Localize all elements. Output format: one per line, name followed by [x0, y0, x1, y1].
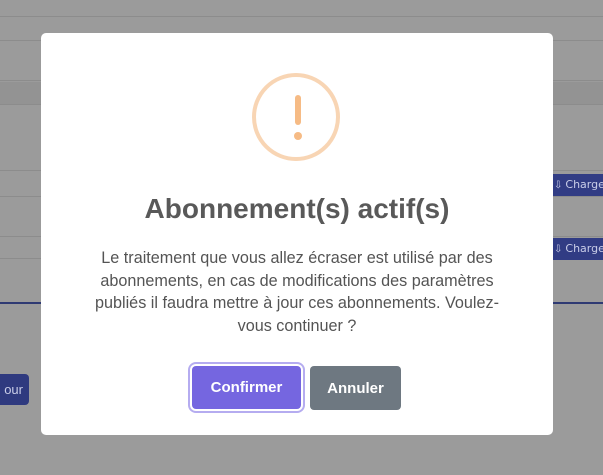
exclamation-bar [295, 95, 301, 125]
dialog-actions: Confirmer Annuler [41, 366, 553, 410]
download-icon: ⇩ [554, 244, 563, 255]
background-download-button[interactable]: ⇩Charger [548, 238, 603, 260]
background-download-button[interactable]: ⇩Charger [548, 174, 603, 196]
background-divider [0, 16, 603, 17]
cancel-button[interactable]: Annuler [310, 366, 401, 410]
download-icon: ⇩ [554, 180, 563, 191]
confirm-button[interactable]: Confirmer [192, 366, 301, 409]
exclamation-dot [294, 132, 302, 140]
background-left-button-label: our [4, 382, 23, 397]
background-download-label: Charger [565, 242, 603, 255]
dialog-message-line: abonnements, en cas de modifications des… [100, 271, 494, 290]
dialog-title: Abonnement(s) actif(s) [144, 193, 450, 224]
background-download-label: Charger [565, 178, 603, 191]
dialog-message-line: vous continuer ? [237, 316, 357, 335]
dialog-message-line: Le traitement que vous allez écraser est… [101, 249, 493, 267]
exclamation-warning-icon [252, 73, 340, 161]
dialog-message-line: publiés il faudra mettre à jour ces abon… [94, 294, 499, 312]
dialog-message: Le traitement que vous allez écraser est… [67, 247, 527, 337]
background-left-button[interactable]: our [0, 374, 29, 405]
confirmation-dialog: Abonnement(s) actif(s) Le traitement que… [41, 33, 553, 435]
